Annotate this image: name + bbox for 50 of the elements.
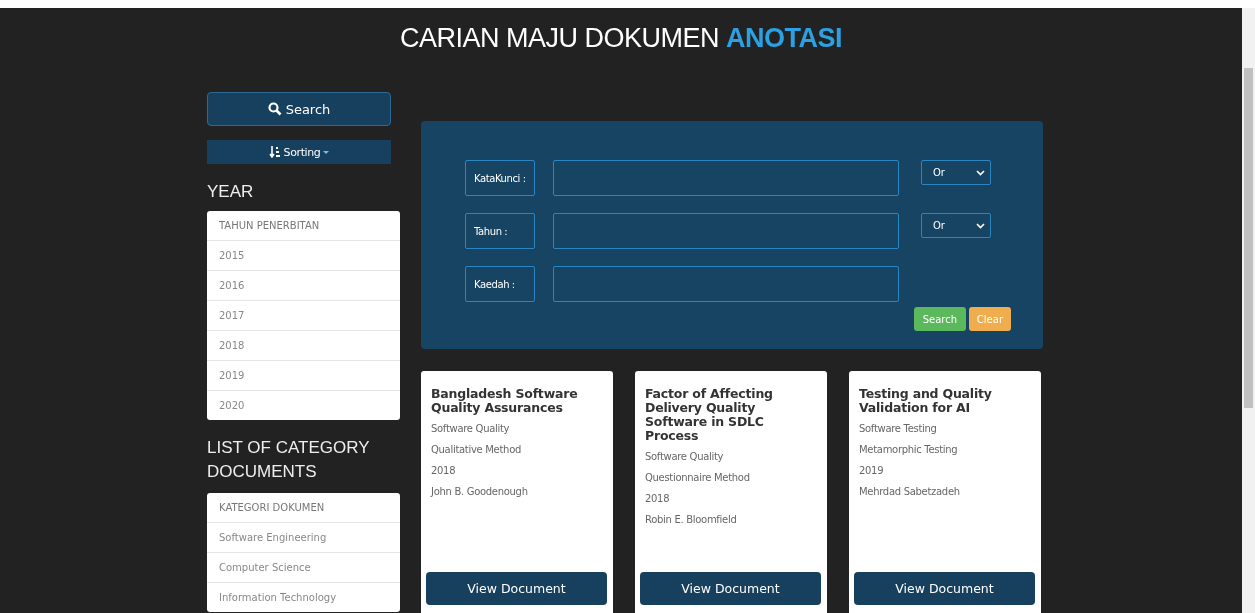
document-title: Factor of Affecting Delivery Quality Software in SDLC Process [645, 387, 774, 443]
year-item[interactable]: 2015 [207, 240, 400, 270]
category-item[interactable]: Information Technology [207, 582, 400, 612]
view-document-button[interactable]: View Document [426, 572, 607, 605]
document-detail: Software Quality [645, 450, 725, 464]
document-detail: Software Quality [431, 422, 511, 436]
year-item[interactable]: 2018 [207, 330, 400, 360]
input-field[interactable] [553, 160, 899, 196]
chevron-icon [976, 222, 985, 229]
document-detail: 2018 [645, 492, 671, 506]
field-label: Kaedah : [465, 266, 535, 302]
year-item[interactable]: 2019 [207, 360, 400, 390]
document-detail: Robin E. Bloomfield [645, 513, 738, 527]
document-title: Testing and Quality Validation for AI [859, 387, 993, 415]
category-item[interactable]: Computer Science [207, 552, 400, 582]
category-heading: LIST OF CATEGORY DOCUMENTS [207, 437, 371, 483]
scrollbar[interactable] [1242, 8, 1255, 613]
view-document-button[interactable]: View Document [854, 572, 1035, 605]
sorting-dropdown-button[interactable]: Sorting [207, 140, 391, 164]
operator-select[interactable]: Or [921, 213, 991, 238]
search-button[interactable]: Search [207, 92, 391, 126]
sort-icon [268, 146, 281, 158]
field-label: KataKunci : [465, 160, 535, 196]
document-detail: Software Testing [859, 422, 938, 436]
field-label: Tahun : [465, 213, 535, 249]
list-header: KATEGORI DOKUMEN [218, 501, 326, 515]
document-detail: Mehrdad Sabetzadeh [859, 485, 961, 499]
document-detail: Metamorphic Testing [859, 443, 959, 457]
document-title: Bangladesh Software Quality Assurances [431, 387, 579, 415]
scrollbar-thumb[interactable] [1244, 68, 1253, 408]
category-item[interactable]: Software Engineering [207, 522, 400, 552]
search-button[interactable]: Search [913, 307, 966, 331]
input-field[interactable] [553, 266, 899, 302]
page-title: CARIAN MAJU DOKUMEN ANOTASI [399, 22, 843, 55]
year-item[interactable]: 2020 [207, 390, 400, 420]
clear-button[interactable]: Clear [968, 307, 1011, 331]
chevron-icon [976, 169, 985, 176]
document-detail: 2019 [859, 464, 885, 478]
document-detail: Questionnaire Method [645, 471, 751, 485]
year-item[interactable]: 2017 [207, 300, 400, 330]
document-detail: John B. Goodenough [431, 485, 529, 499]
search-icon [267, 102, 282, 116]
list-header: TAHUN PENERBITAN [218, 219, 321, 233]
input-field[interactable] [553, 213, 899, 249]
operator-select[interactable]: Or [921, 160, 991, 185]
document-detail: Qualitative Method [431, 443, 522, 457]
year-heading: YEAR [207, 182, 255, 202]
view-document-button[interactable]: View Document [640, 572, 821, 605]
document-detail: 2018 [431, 464, 457, 478]
year-item[interactable]: 2016 [207, 270, 400, 300]
